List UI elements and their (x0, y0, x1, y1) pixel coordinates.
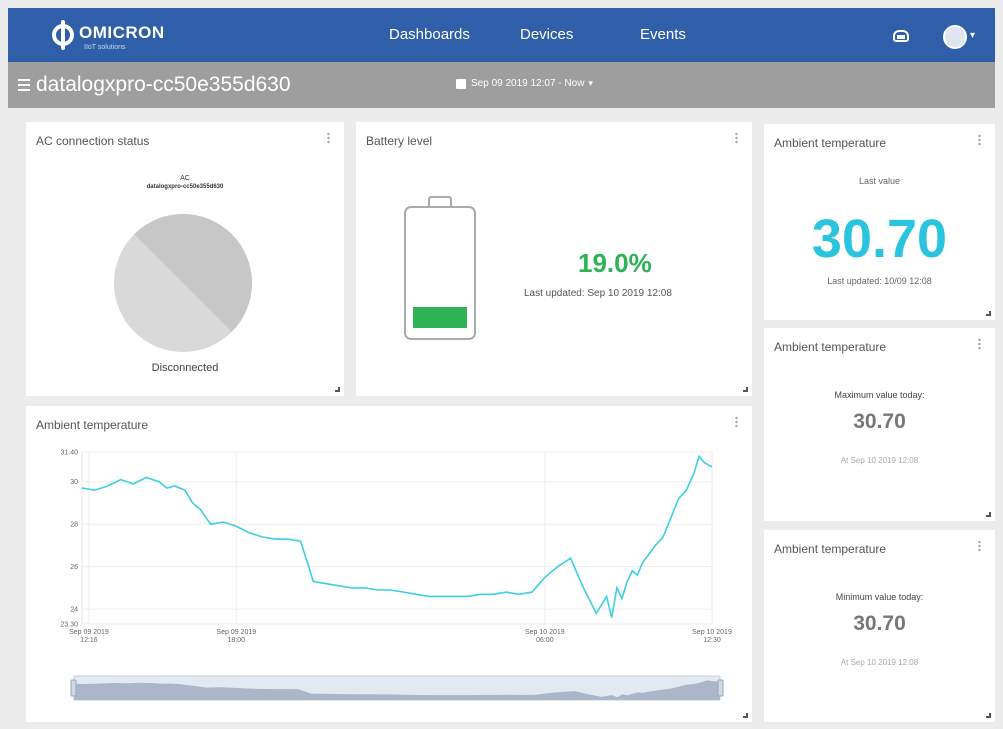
navigator-handle-left (70, 679, 77, 697)
x-tick-label: 06:00 (536, 637, 554, 644)
x-tick-label: Sep 09 2019 (69, 629, 109, 636)
x-tick-label: Sep 10 2019 (692, 629, 732, 636)
menu-icon[interactable] (18, 79, 30, 91)
panel-title: Ambient temperature (774, 542, 887, 556)
min-value-at: At Sep 10 2019 12:08 (840, 658, 919, 667)
panel-title: AC connection status (36, 134, 150, 148)
y-tick-label: 26 (70, 564, 78, 571)
y-tick-label: 24 (70, 607, 78, 614)
ac-pie-chart (114, 213, 253, 352)
device-title: datalogxpro-cc50e355d630 (18, 73, 291, 97)
x-tick-label: Sep 09 2019 (216, 629, 256, 636)
date-range-picker[interactable]: Sep 09 2019 12:07 - Now ▾ (456, 78, 593, 89)
battery-icon (404, 206, 476, 340)
y-tick-label: 28 (70, 522, 78, 529)
logo-subtitle: IIoT solutions (84, 44, 126, 51)
max-value-label: Maximum value today: (834, 390, 925, 400)
y-tick-label: 23.30 (60, 622, 78, 629)
battery-fill (413, 307, 467, 328)
chevron-down-icon: ▾ (588, 78, 593, 88)
y-tick-label: 30 (70, 479, 78, 486)
min-value: 30.70 (853, 612, 906, 635)
battery-updated: Last updated: Sep 10 2019 12:08 (524, 288, 672, 299)
ac-status-panel: AC connection status AC datalogxpro-cc50… (26, 122, 344, 396)
omicron-logo[interactable]: OMICRON (50, 20, 165, 50)
top-navbar: OMICRON IIoT solutions Dashboards Device… (8, 8, 995, 62)
panel-menu-icon[interactable] (978, 134, 981, 146)
device-subheader: datalogxpro-cc50e355d630 Sep 09 2019 12:… (8, 62, 995, 108)
battery-value: 19.0% (578, 248, 652, 278)
last-value-updated: Last updated: 10/09 12:08 (827, 276, 932, 286)
calendar-icon (456, 78, 466, 89)
last-value-panel: Ambient temperature Last value 30.70 Las… (764, 124, 995, 320)
x-tick-label: 18:00 (228, 637, 246, 644)
plot-area (81, 451, 713, 625)
max-value-at: At Sep 10 2019 12:08 (840, 456, 919, 465)
temperature-series-line (81, 454, 713, 618)
last-value: 30.70 (811, 209, 948, 269)
ac-status-text: Disconnected (151, 362, 219, 374)
x-tick-label: 12:30 (703, 637, 721, 644)
user-avatar[interactable] (943, 25, 967, 49)
panel-title: Battery level (366, 134, 433, 148)
max-value: 30.70 (853, 410, 906, 433)
nav-devices-link[interactable]: Devices (520, 26, 573, 43)
y-tick-label: 31.40 (60, 450, 78, 457)
battery-panel: Battery level 19.0% Last updated: Sep 10… (356, 122, 752, 396)
battery-cap (428, 196, 452, 206)
x-tick-label: Sep 10 2019 (525, 629, 565, 636)
chevron-down-icon[interactable]: ▾ (970, 30, 975, 41)
resize-handle-icon[interactable] (335, 387, 340, 392)
last-value-label: Last value (858, 176, 901, 186)
device-name: datalogxpro-cc50e355d630 (36, 73, 291, 96)
resize-handle-icon[interactable] (743, 387, 748, 392)
temperature-chart-panel: Ambient temperature 31.40 30 28 26 24 23.30 Se… (26, 406, 752, 722)
panel-menu-icon[interactable] (978, 338, 981, 350)
max-value-panel: Ambient temperature Maximum value today:… (764, 328, 995, 521)
panel-menu-icon[interactable] (327, 132, 330, 144)
min-value-panel: Ambient temperature Minimum value today:… (764, 530, 995, 722)
inbox-icon[interactable] (893, 30, 909, 42)
ac-device-name: datalogxpro-cc50e355d630 (146, 184, 224, 190)
panel-menu-icon[interactable] (978, 540, 981, 552)
x-tick-label: 12:16 (80, 637, 98, 644)
omicron-logo-icon (50, 20, 76, 50)
min-value-label: Minimum value today: (835, 592, 924, 602)
resize-handle-icon[interactable] (743, 713, 748, 718)
panel-title: Ambient temperature (774, 136, 887, 150)
panel-menu-icon[interactable] (735, 132, 738, 144)
navigator-handle-right (717, 679, 724, 697)
nav-dashboards-link[interactable]: Dashboards (389, 26, 470, 43)
temperature-line-chart[interactable]: 31.403028262423.30Sep 09 201912:16Sep 09… (26, 406, 752, 722)
date-range-text: Sep 09 2019 12:07 - Now (471, 78, 585, 89)
resize-handle-icon[interactable] (986, 311, 991, 316)
resize-handle-icon[interactable] (986, 512, 991, 517)
panel-title: Ambient temperature (774, 340, 887, 354)
resize-handle-icon[interactable] (986, 713, 991, 718)
ac-label: AC (180, 175, 190, 182)
logo-text: OMICRON (79, 23, 165, 42)
nav-events-link[interactable]: Events (640, 26, 686, 43)
